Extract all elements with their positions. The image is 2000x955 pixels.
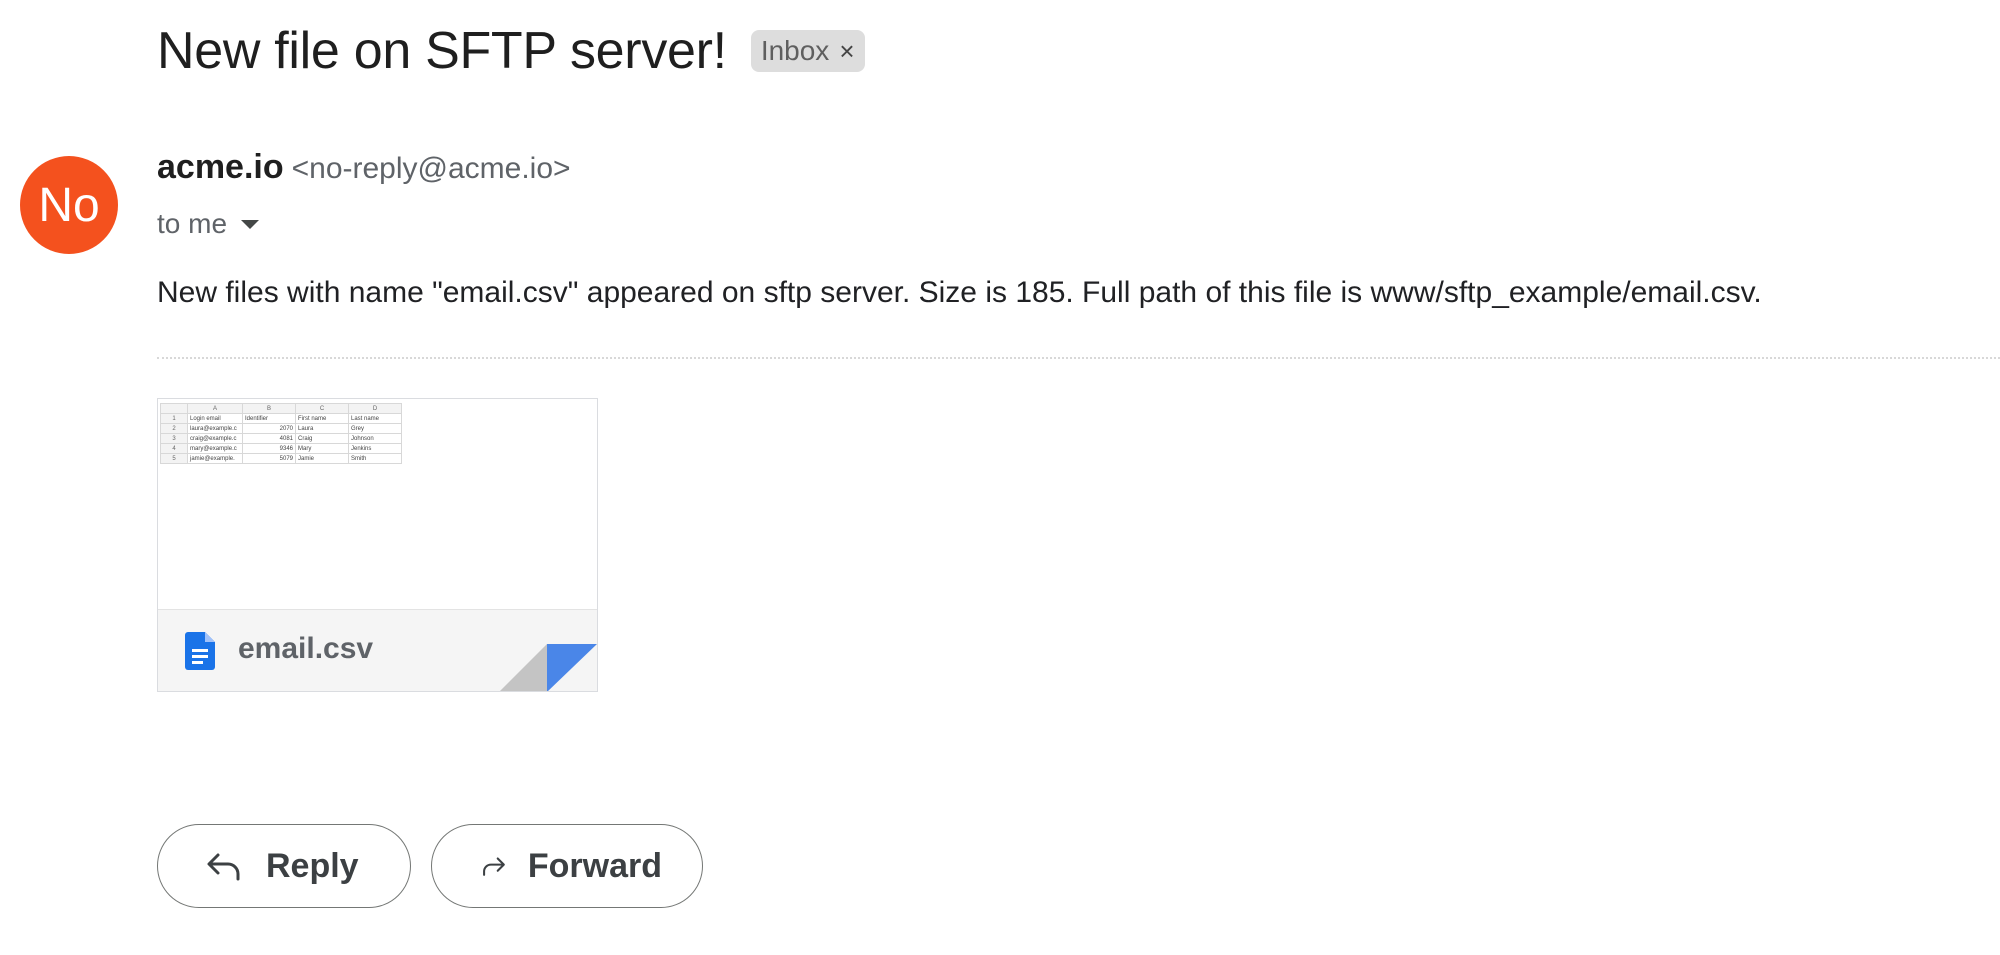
preview-cell: Jenkins (348, 443, 402, 454)
preview-column-header: A (187, 403, 243, 414)
reply-button[interactable]: Reply (157, 824, 411, 908)
preview-cell: Johnson (348, 433, 402, 444)
attachment-footer[interactable]: email.csv (158, 609, 597, 691)
preview-cell: 4081 (242, 433, 296, 444)
preview-cell: Smith (348, 453, 402, 464)
preview-column-header: C (295, 403, 349, 414)
recipient-row[interactable]: to me (157, 208, 260, 240)
preview-cell: Jamie (295, 453, 349, 464)
page-fold-icon (500, 644, 597, 691)
attachment-file-name: email.csv (238, 632, 374, 665)
preview-row: 4 mary@example.c 9346 Mary Jenkins (160, 443, 402, 454)
preview-column-header: B (242, 403, 296, 414)
preview-cell: mary@example.c (187, 443, 243, 454)
docs-file-icon (185, 632, 215, 670)
email-view: New file on SFTP server! Inbox × No acme… (0, 0, 2000, 955)
reply-arrow-icon (207, 853, 240, 881)
subject-row: New file on SFTP server! Inbox × (157, 18, 865, 84)
preview-row-number: 3 (160, 433, 188, 444)
forward-arrow-icon (483, 857, 505, 876)
label-name: Inbox (760, 35, 830, 66)
reply-actions: Reply Forward (157, 824, 723, 908)
preview-row-number: 5 (160, 453, 188, 464)
preview-row: 5 jamie@example. 5079 Jamie Smith (160, 453, 402, 464)
reply-label: Reply (266, 846, 359, 885)
spreadsheet-preview: A B C D 1 Login email Identifier First n… (160, 403, 402, 464)
preview-column-header: D (348, 403, 402, 414)
attachment-card[interactable]: A B C D 1 Login email Identifier First n… (157, 398, 598, 692)
preview-cell: Last name (348, 413, 402, 424)
forward-button[interactable]: Forward (431, 824, 703, 908)
preview-cell: jamie@example. (187, 453, 243, 464)
preview-cell: Identifier (242, 413, 296, 424)
preview-cell: 5079 (242, 453, 296, 464)
attachment-divider (157, 357, 2000, 359)
sender-address: <no-reply@acme.io> (291, 152, 571, 185)
sender-name: acme.io (157, 148, 284, 186)
remove-label-icon[interactable]: × (839, 36, 854, 67)
email-body: New files with name "email.csv" appeared… (157, 276, 1762, 309)
preview-cell: Mary (295, 443, 349, 454)
preview-row: 2 laura@example.c 2070 Laura Grey (160, 423, 402, 434)
preview-cell: Laura (295, 423, 349, 434)
preview-cell: laura@example.c (187, 423, 243, 434)
preview-row-number: 2 (160, 423, 188, 434)
preview-row-number: 1 (160, 413, 188, 424)
preview-cell: 9346 (242, 443, 296, 454)
email-subject: New file on SFTP server! (157, 22, 727, 80)
sender-row: acme.io <no-reply@acme.io> (157, 148, 571, 187)
preview-cell: First name (295, 413, 349, 424)
preview-cell: Login email (187, 413, 243, 424)
forward-label: Forward (527, 846, 662, 885)
preview-cell: craig@example.c (187, 433, 243, 444)
sender-avatar: No (20, 156, 118, 254)
preview-header-row: A B C D (160, 403, 402, 414)
inbox-label-chip[interactable]: Inbox × (750, 30, 865, 72)
preview-cell: 2070 (242, 423, 296, 434)
recipient-label: to me (157, 208, 228, 239)
attachment-preview: A B C D 1 Login email Identifier First n… (158, 399, 597, 609)
preview-corner-cell (160, 403, 188, 414)
preview-row-number: 4 (160, 443, 188, 454)
preview-row: 1 Login email Identifier First name Last… (160, 413, 402, 424)
preview-row: 3 craig@example.c 4081 Craig Johnson (160, 433, 402, 444)
chevron-down-icon[interactable] (241, 219, 260, 229)
preview-cell: Craig (295, 433, 349, 444)
preview-cell: Grey (348, 423, 402, 434)
